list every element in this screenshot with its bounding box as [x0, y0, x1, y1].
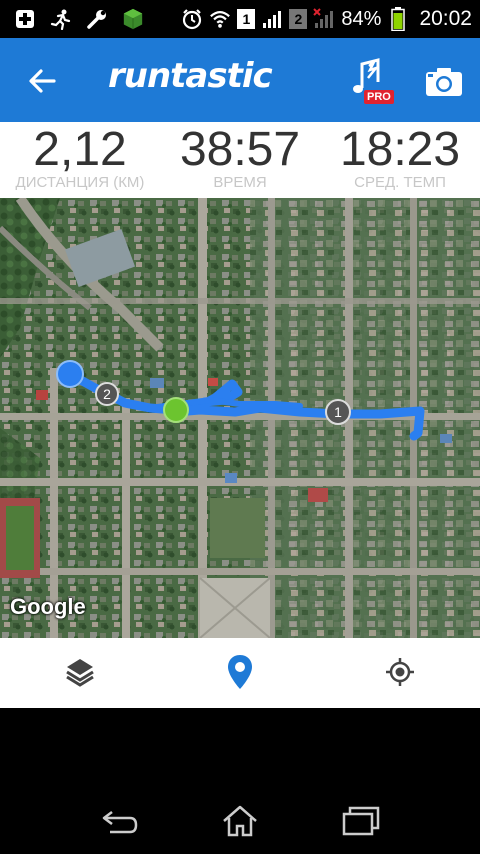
- plus-box-icon: [14, 8, 36, 30]
- signal-icon: [261, 8, 283, 30]
- sim1-icon: 1: [237, 9, 256, 29]
- recents-icon[interactable]: [340, 804, 380, 838]
- stat-value: 2,12: [33, 123, 127, 176]
- km-marker-label: 2: [103, 386, 111, 402]
- signal-x-icon: [313, 8, 335, 30]
- stat-pace: 18:23 СРЕД. ТЕМП: [320, 122, 480, 198]
- route-map[interactable]: 2 1: [0, 198, 480, 638]
- pro-badge: PRO: [364, 90, 394, 104]
- layers-icon[interactable]: [60, 652, 100, 692]
- wrench-icon: [86, 8, 108, 30]
- km-marker-label: 1: [334, 404, 342, 420]
- my-location-icon[interactable]: [380, 652, 420, 692]
- km-marker-1[interactable]: 1: [325, 399, 351, 425]
- cube-icon: [122, 8, 144, 30]
- stat-label: ВРЕМЯ: [213, 174, 267, 191]
- back-arrow-icon[interactable]: [26, 64, 60, 98]
- system-nav-bar: [0, 708, 480, 854]
- km-marker-2[interactable]: 2: [95, 382, 119, 406]
- battery-icon: [387, 7, 409, 31]
- status-bar: 1 2 84% 20:02: [0, 0, 480, 38]
- wifi-icon: [209, 8, 231, 30]
- workout-stats: 2,12 ДИСТАНЦИЯ (КМ) 38:57 ВРЕМЯ 18:23 СР…: [0, 122, 480, 198]
- start-marker[interactable]: [163, 397, 189, 423]
- battery-percent: 84%: [341, 7, 382, 30]
- stat-value: 38:57: [179, 123, 301, 176]
- stat-label: СРЕД. ТЕМП: [354, 174, 446, 191]
- app-bar: runtastic PRO: [0, 38, 480, 122]
- stat-distance: 2,12 ДИСТАНЦИЯ (КМ): [0, 122, 160, 198]
- back-icon[interactable]: [100, 804, 140, 838]
- runner-icon: [50, 8, 72, 30]
- stat-label: ДИСТАНЦИЯ (КМ): [15, 174, 145, 191]
- google-attribution: Google: [10, 594, 86, 619]
- clock-time: 20:02: [419, 7, 472, 30]
- app-logo: runtastic: [108, 56, 273, 96]
- alarm-icon: [181, 8, 203, 30]
- camera-icon[interactable]: [424, 66, 464, 98]
- current-position-marker[interactable]: [56, 360, 84, 388]
- map-toolbar: [0, 638, 480, 708]
- sim2-icon: 2: [289, 9, 308, 29]
- stat-value: 18:23: [339, 123, 461, 176]
- home-icon[interactable]: [220, 804, 260, 838]
- stat-time: 38:57 ВРЕМЯ: [160, 122, 320, 198]
- location-pin-icon[interactable]: [220, 652, 260, 692]
